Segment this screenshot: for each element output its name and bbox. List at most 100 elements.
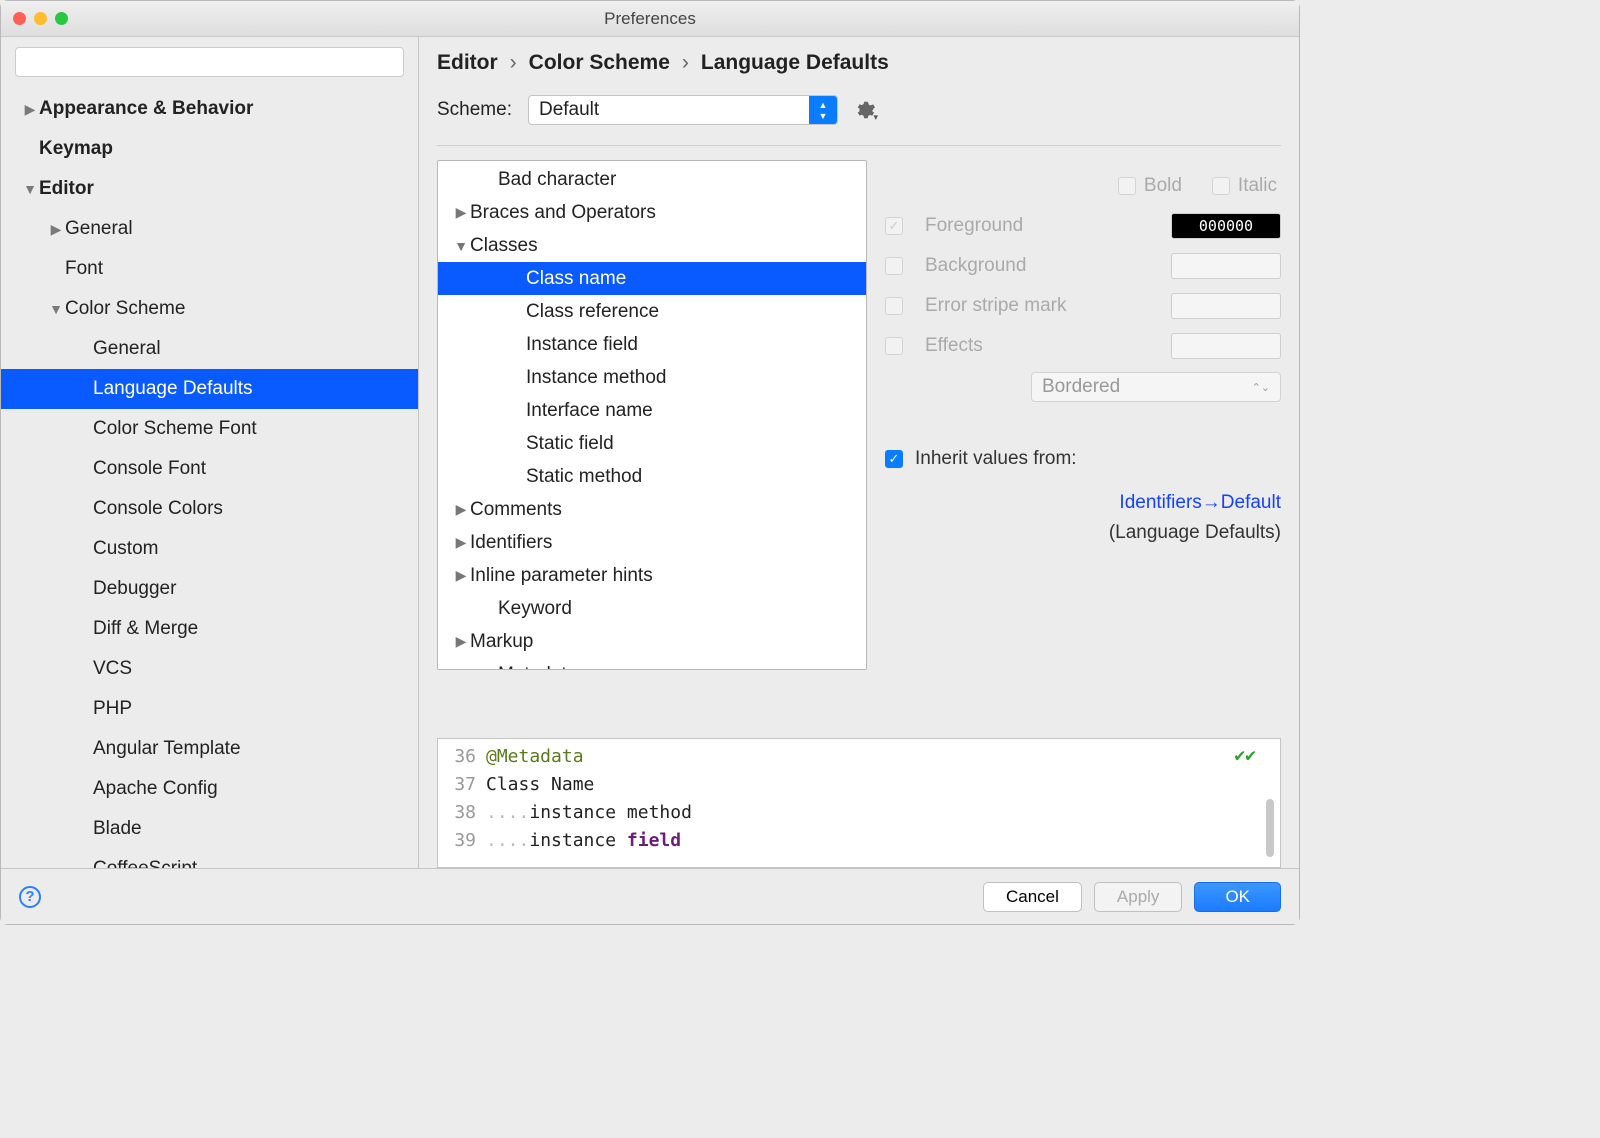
sidebar-item[interactable]: Debugger	[1, 569, 418, 609]
sidebar-item-label: Console Font	[93, 458, 206, 480]
cancel-button[interactable]: Cancel	[983, 882, 1082, 912]
tree-item[interactable]: Class name	[438, 262, 866, 295]
foreground-checkbox[interactable]: ✓	[885, 217, 903, 235]
breadcrumb-language-defaults: Language Defaults	[701, 51, 889, 75]
sidebar-item[interactable]: ▼Color Scheme	[1, 289, 418, 329]
error-stripe-swatch[interactable]	[1171, 293, 1281, 319]
window-title: Preferences	[1, 9, 1299, 29]
tree-item[interactable]: Static field	[438, 427, 866, 460]
sidebar-item[interactable]: Custom	[1, 529, 418, 569]
tree-item-label: Keyword	[498, 598, 572, 620]
sidebar-item[interactable]: Language Defaults	[1, 369, 418, 409]
sidebar-item[interactable]: Console Font	[1, 449, 418, 489]
apply-button[interactable]: Apply	[1094, 882, 1183, 912]
sidebar-item-label: Editor	[39, 178, 94, 200]
code-area[interactable]: @Metadata Class Name ....instance method…	[482, 739, 1280, 855]
inherit-link[interactable]: Identifiers→Default	[1119, 492, 1281, 513]
ok-button[interactable]: OK	[1194, 882, 1281, 912]
tree-item[interactable]: ▶Comments	[438, 493, 866, 526]
sidebar-item[interactable]: ▶General	[1, 209, 418, 249]
sidebar-item[interactable]: PHP	[1, 689, 418, 729]
tree-item[interactable]: Bad character	[438, 163, 866, 196]
scheme-select[interactable]: Default ▲▼	[528, 95, 838, 125]
minimize-window-icon[interactable]	[34, 12, 47, 25]
effects-swatch[interactable]	[1171, 333, 1281, 359]
scheme-value: Default	[539, 99, 599, 121]
sidebar-item-label: Apache Config	[93, 778, 218, 800]
code-preview: 36 37 38 39 @Metadata Class Name ....ins…	[437, 738, 1281, 868]
tree-item[interactable]: ▶Inline parameter hints	[438, 559, 866, 592]
tree-item[interactable]: ▶Identifiers	[438, 526, 866, 559]
foreground-swatch[interactable]: 000000	[1171, 213, 1281, 239]
zoom-window-icon[interactable]	[55, 12, 68, 25]
bold-checkbox[interactable]	[1118, 177, 1136, 195]
tree-item[interactable]: Class reference	[438, 295, 866, 328]
sidebar-item[interactable]: Console Colors	[1, 489, 418, 529]
tree-item[interactable]: Instance field	[438, 328, 866, 361]
tree-item[interactable]: Instance method	[438, 361, 866, 394]
effects-checkbox[interactable]	[885, 337, 903, 355]
attribute-properties: Bold Italic ✓ Foreground 000000 Backgrou…	[885, 160, 1281, 726]
tree-item-label: Braces and Operators	[470, 202, 656, 224]
inspection-ok-icon[interactable]: ✔✔	[1234, 745, 1256, 766]
error-stripe-checkbox[interactable]	[885, 297, 903, 315]
tree-item[interactable]: Keyword	[438, 592, 866, 625]
chevron-right-icon: ▶	[452, 204, 470, 221]
italic-label: Italic	[1238, 175, 1277, 197]
tree-item[interactable]: ▶Markup	[438, 625, 866, 658]
sidebar-item-label: Console Colors	[93, 498, 223, 520]
tree-item[interactable]: ▶Braces and Operators	[438, 196, 866, 229]
sidebar-item[interactable]: Blade	[1, 809, 418, 849]
tree-item-label: Instance method	[526, 367, 666, 389]
close-window-icon[interactable]	[13, 12, 26, 25]
sidebar-item-label: General	[93, 338, 161, 360]
tree-item-label: Inline parameter hints	[470, 565, 653, 587]
sidebar-item[interactable]: Angular Template	[1, 729, 418, 769]
error-stripe-label: Error stripe mark	[925, 295, 1159, 317]
tree-item-label: Class reference	[526, 301, 659, 323]
tree-item-label: Metadata	[498, 664, 577, 671]
search-input[interactable]	[15, 47, 404, 77]
background-swatch[interactable]	[1171, 253, 1281, 279]
tree-item-label: Identifiers	[470, 532, 552, 554]
tree-item[interactable]: Metadata	[438, 658, 866, 670]
tree-item[interactable]: Static method	[438, 460, 866, 493]
sidebar-item[interactable]: Diff & Merge	[1, 609, 418, 649]
sidebar-item[interactable]: Color Scheme Font	[1, 409, 418, 449]
sidebar-item[interactable]: ▼Editor	[1, 169, 418, 209]
nav-tree[interactable]: ▶Appearance & BehaviorKeymap▼Editor▶Gene…	[1, 83, 418, 868]
sidebar-item-label: Blade	[93, 818, 142, 840]
scheme-actions-button[interactable]: ▾	[854, 99, 876, 121]
footer: ? Cancel Apply OK	[1, 868, 1299, 924]
sidebar-item-label: Appearance & Behavior	[39, 98, 253, 120]
sidebar-item[interactable]: Apache Config	[1, 769, 418, 809]
sidebar-item-label: VCS	[93, 658, 132, 680]
sidebar-item[interactable]: Font	[1, 249, 418, 289]
sidebar-item[interactable]: General	[1, 329, 418, 369]
background-checkbox[interactable]	[885, 257, 903, 275]
effects-type-value: Bordered	[1042, 376, 1120, 398]
breadcrumb-editor[interactable]: Editor	[437, 51, 498, 75]
breadcrumb-color-scheme[interactable]: Color Scheme	[529, 51, 670, 75]
scrollbar[interactable]	[1266, 799, 1274, 857]
tree-item[interactable]: ▼Classes	[438, 229, 866, 262]
tree-item-label: Comments	[470, 499, 562, 521]
sidebar-item[interactable]: VCS	[1, 649, 418, 689]
italic-checkbox[interactable]	[1212, 177, 1230, 195]
chevron-right-icon: ›	[682, 51, 689, 75]
sidebar-item-label: Debugger	[93, 578, 176, 600]
sidebar-item[interactable]: Keymap	[1, 129, 418, 169]
inherit-checkbox[interactable]: ✓	[885, 450, 903, 468]
sidebar-item[interactable]: CoffeeScript	[1, 849, 418, 868]
window-controls	[13, 12, 68, 25]
sidebar-item-label: Color Scheme Font	[93, 418, 257, 440]
sidebar-item-label: PHP	[93, 698, 132, 720]
sidebar-item[interactable]: ▶Appearance & Behavior	[1, 89, 418, 129]
effects-type-select[interactable]: Bordered ⌃⌄	[1031, 372, 1281, 402]
tree-item[interactable]: Interface name	[438, 394, 866, 427]
tree-item-label: Interface name	[526, 400, 653, 422]
help-button[interactable]: ?	[19, 886, 41, 908]
sidebar-item-label: Angular Template	[93, 738, 241, 760]
chevron-right-icon: ▶	[452, 501, 470, 518]
attributes-tree[interactable]: Bad character▶Braces and Operators▼Class…	[437, 160, 867, 670]
